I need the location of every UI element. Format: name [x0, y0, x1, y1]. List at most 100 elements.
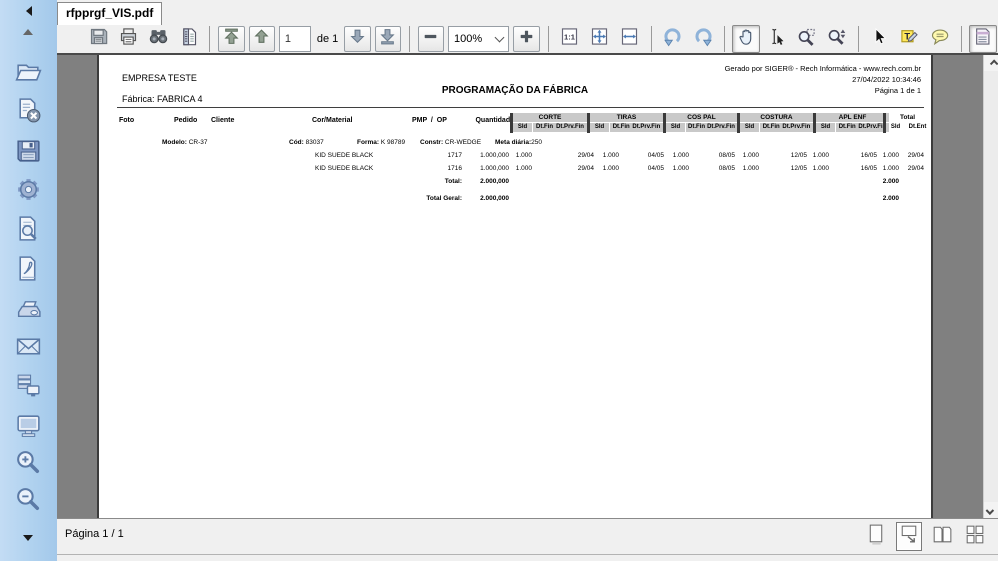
text-note-icon: T: [899, 26, 920, 52]
toolbar-separator: [724, 26, 726, 52]
printer-icon: [14, 293, 43, 327]
pointer-tool-button[interactable]: [866, 25, 894, 53]
export-pdf-button[interactable]: [12, 255, 44, 287]
rotate-left-button[interactable]: [659, 25, 687, 53]
first-page-button[interactable]: [218, 26, 245, 52]
rotate-right-button[interactable]: [689, 25, 717, 53]
fit-width-icon: [619, 26, 640, 52]
save-document-button[interactable]: [12, 137, 44, 169]
row-costura-sld: 1.000: [742, 165, 759, 172]
pages-panel-toggle-button[interactable]: [968, 25, 998, 53]
actual-size-button[interactable]: 1:1: [556, 25, 584, 53]
envelope-icon: [14, 332, 43, 366]
panel-scroll-down-icon[interactable]: [23, 535, 33, 541]
cod-field: Cód: 83037: [289, 139, 324, 146]
zoom-level-select[interactable]: 100%: [447, 26, 510, 52]
zoom-marquee-button[interactable]: [792, 25, 820, 53]
panel-scroll-up-icon[interactable]: [23, 29, 33, 35]
row-aplenf-sld: 1.000: [812, 165, 829, 172]
pdf-icon: [14, 254, 43, 288]
text-note-button[interactable]: T: [896, 25, 924, 53]
col-header-foto: Foto: [119, 117, 135, 124]
document-tab-label: rfpprgf_VIS.pdf: [66, 6, 154, 20]
save-icon: [14, 136, 43, 170]
row-corte-sld: 1.000: [515, 152, 532, 159]
page-info: Página 1 de 1: [874, 86, 921, 95]
page-number-input[interactable]: [278, 26, 311, 52]
tab-bar: rfpprgf_VIS.pdf: [57, 0, 998, 25]
prev-page-button[interactable]: [248, 26, 275, 52]
report-view-button[interactable]: [174, 25, 202, 53]
constr-field: Constr: CR-WEDGE: [420, 139, 482, 146]
document-tab[interactable]: rfpprgf_VIS.pdf: [57, 2, 163, 25]
single-page-view-button[interactable]: [863, 522, 889, 551]
close-document-button[interactable]: [12, 97, 44, 129]
row-material: KID SUEDE BLACK: [315, 165, 374, 172]
plus-icon: [517, 27, 536, 51]
total-qty: 2.000,000: [480, 178, 509, 185]
search-button[interactable]: [144, 25, 172, 53]
fit-window-view-button[interactable]: [896, 522, 922, 551]
next-page-icon: [348, 27, 367, 51]
toolbar-separator: [960, 26, 962, 52]
zoom-in-button[interactable]: [12, 449, 44, 481]
next-page-button[interactable]: [344, 26, 371, 52]
toolbar-separator: [408, 26, 410, 52]
report-meta: Gerado por SIGER® - Rech Informática - w…: [725, 63, 921, 96]
minus-icon: [421, 27, 440, 51]
report-icon: [178, 26, 199, 52]
chevron-down-icon: [985, 506, 994, 515]
email-button[interactable]: [12, 333, 44, 365]
printer-icon: [118, 26, 139, 52]
zoom-dynamic-button[interactable]: [822, 25, 850, 53]
print-button[interactable]: [114, 25, 142, 53]
print-button[interactable]: [12, 294, 44, 326]
generated-at: 27/04/2022 10:34:46: [852, 75, 921, 84]
scroll-down-arrow[interactable]: [984, 502, 998, 518]
zoom-in-button[interactable]: [513, 26, 540, 52]
zoom-out-button[interactable]: [12, 486, 44, 518]
left-tool-panel: [0, 0, 57, 561]
fit-page-button[interactable]: [586, 25, 614, 53]
row-corte-sld: 1.000: [515, 165, 532, 172]
export-remote-button[interactable]: [12, 372, 44, 404]
row-cospal-sld: 1.000: [672, 165, 689, 172]
header-rule: [117, 107, 924, 108]
group-header-cos-pal: COS PAL Sld Dt.Fin Dt.Prv.Fin: [663, 113, 737, 133]
scroll-up-arrow[interactable]: [984, 55, 998, 71]
fit-width-button[interactable]: [616, 25, 644, 53]
grid-pages-icon: [964, 522, 986, 552]
toolbar-separator: [857, 26, 859, 52]
vertical-scrollbar[interactable]: [983, 55, 998, 518]
toolbar-separator: [547, 26, 549, 52]
status-bar: Página 1 / 1: [57, 518, 998, 561]
settings-button[interactable]: [12, 176, 44, 208]
toolbar-separator: [650, 26, 652, 52]
comment-button[interactable]: [926, 25, 954, 53]
select-text-button[interactable]: [762, 25, 790, 53]
last-page-icon: [378, 27, 397, 51]
comment-bubble-icon: [929, 26, 950, 52]
select-text-icon: [766, 26, 787, 52]
col-header-pedido: Pedido: [174, 117, 198, 124]
gear-icon: [14, 175, 43, 209]
document-canvas[interactable]: EMPRESA TESTE Fábrica: FABRICA 4 PROGRAM…: [57, 55, 998, 518]
row-tiras-sld: 1.000: [602, 165, 619, 172]
last-page-button[interactable]: [374, 26, 401, 52]
facing-pages-view-button[interactable]: [929, 522, 955, 551]
grid-pages-view-button[interactable]: [962, 522, 988, 551]
total-sld: 2.000: [882, 178, 899, 185]
row-total-ent: 29/04: [907, 165, 924, 172]
row-total-ent: 29/04: [907, 152, 924, 159]
chevron-down-icon: [494, 32, 505, 42]
group-header-costura: COSTURA Sld Dt.Fin Dt.Prv.Fin: [737, 113, 813, 133]
collapse-panel-icon[interactable]: [26, 6, 32, 16]
hand-icon: [736, 26, 757, 52]
preview-button[interactable]: [12, 215, 44, 247]
hand-tool-button[interactable]: [732, 25, 761, 53]
zoom-out-button[interactable]: [417, 26, 444, 52]
display-button[interactable]: [12, 412, 44, 444]
save-button[interactable]: [84, 25, 112, 53]
zoom-dynamic-icon: [826, 26, 847, 52]
open-file-button[interactable]: [12, 58, 44, 90]
